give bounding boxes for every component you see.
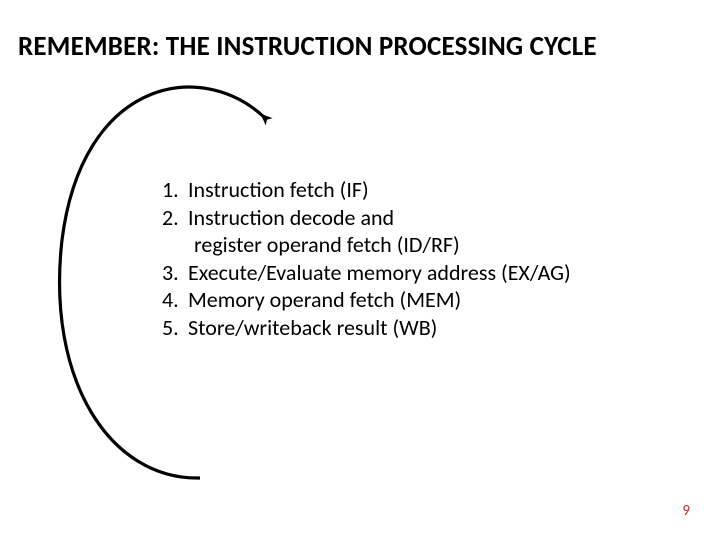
step-1-text: Instruction fetch (IF) — [188, 176, 369, 204]
step-1: 1. Instruction fetch (IF) — [162, 176, 702, 204]
step-3-text: Execute/Evaluate memory address (EX/AG) — [188, 259, 571, 287]
step-5-number: 5. — [162, 314, 188, 342]
step-2-text: Instruction decode and — [188, 204, 394, 232]
page-number: 9 — [682, 502, 690, 520]
step-4-number: 4. — [162, 286, 188, 314]
step-1-number: 1. — [162, 176, 188, 204]
cycle-steps: 1. Instruction fetch (IF) 2. Instruction… — [162, 176, 702, 341]
step-3: 3. Execute/Evaluate memory address (EX/A… — [162, 259, 702, 287]
step-5: 5. Store/writeback result (WB) — [162, 314, 702, 342]
step-5-text: Store/writeback result (WB) — [188, 314, 437, 342]
step-2b-text: register operand fetch (ID/RF) — [162, 231, 460, 259]
step-2: 2. Instruction decode and — [162, 204, 702, 232]
slide-title: REMEMBER: THE INSTRUCTION PROCESSING CYC… — [18, 30, 702, 63]
step-2-number: 2. — [162, 204, 188, 232]
step-4: 4. Memory operand fetch (MEM) — [162, 286, 702, 314]
step-3-number: 3. — [162, 259, 188, 287]
step-4-text: Memory operand fetch (MEM) — [188, 286, 461, 314]
step-2b: register operand fetch (ID/RF) — [162, 231, 702, 259]
